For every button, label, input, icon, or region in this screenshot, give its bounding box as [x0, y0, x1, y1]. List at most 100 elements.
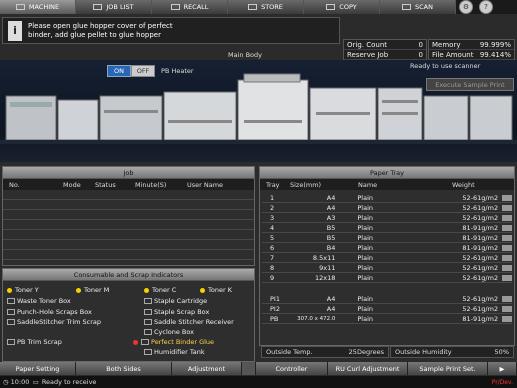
job-col-user-name: User Name [187, 180, 224, 189]
saddle-receiver-indicator[interactable]: Saddle Stitcher Receiver [144, 318, 234, 326]
toner-m-indicator[interactable]: Toner M [76, 286, 109, 294]
job-col-status: Status [95, 180, 116, 189]
job-list-icon [93, 4, 103, 10]
punch-box-icon [7, 309, 15, 315]
paper-level-icon [502, 254, 512, 261]
paper-level-icon [502, 295, 512, 302]
execute-sample-print-button[interactable]: Execute Sample Print [426, 78, 514, 91]
ru-curl-adjustment-button[interactable]: RU Curl Adjustment [328, 362, 408, 375]
bottom-button-bar: Paper Setting Both Sides Adjustment Cont… [0, 362, 517, 375]
glue-icon [141, 339, 149, 345]
paper-tray-title: Paper Tray [260, 167, 514, 179]
tray-row-pi1[interactable]: PI1 A4 Plain 52-61g/m2 [262, 294, 512, 304]
toner-c-indicator[interactable]: Toner C [144, 286, 176, 294]
tray-row-4[interactable]: 4 B5 Plain 81-91g/m2 [262, 223, 512, 233]
punch-hole-scraps-indicator[interactable]: Punch-Hole Scraps Box [7, 308, 92, 316]
scan-icon [402, 4, 411, 10]
job-row[interactable] [3, 220, 254, 230]
waste-toner-indicator[interactable]: Waste Toner Box [7, 297, 71, 305]
alert-line-2: binder, add glue pellet to glue hopper [28, 30, 161, 39]
copy-icon [326, 4, 336, 10]
tab-store[interactable]: STORE [228, 0, 304, 14]
warning-dot-icon [133, 339, 138, 345]
tank-icon [144, 349, 152, 355]
tray-row-pb[interactable]: PB 307.0 x 472.0 Plain 81-91g/m2 [262, 314, 512, 324]
paper-level-icon [502, 244, 512, 251]
controller-button[interactable]: Controller [256, 362, 328, 375]
toner-y-indicator[interactable]: Toner Y [7, 286, 39, 294]
tray-col-tray: Tray [266, 180, 280, 189]
pb-trim-icon [7, 339, 15, 345]
toner-k-indicator[interactable]: Toner K [200, 286, 232, 294]
staple-icon [144, 298, 152, 304]
job-row[interactable] [3, 200, 254, 210]
humidifier-tank-indicator[interactable]: Humidifier Tank [144, 348, 205, 356]
tray-row-9[interactable]: 9 12x18 Plain 52-61g/m2 [262, 273, 512, 283]
tab-recall[interactable]: RECALL [152, 0, 228, 14]
saddle-trim-scrap-indicator[interactable]: SaddleStitcher Trim Scrap [7, 318, 101, 326]
tab-copy[interactable]: COPY [304, 0, 380, 14]
waste-box-icon [7, 298, 15, 304]
tray-row-8[interactable]: 8 9x11 Plain 52-61g/m2 [262, 263, 512, 273]
file-amount-value: 99.414% [479, 50, 511, 59]
counter-box: Orig. Count 0 Reserve Job 0 [343, 39, 427, 60]
top-tab-bar: MACHINE JOB LIST RECALL STORE COPY SCAN … [0, 0, 517, 14]
paper-level-icon [502, 315, 512, 322]
adjustment-button[interactable]: Adjustment [172, 362, 242, 375]
machine-illustration [0, 60, 517, 162]
staple-scrap-indicator[interactable]: Staple Scrap Box [144, 308, 209, 316]
outside-temp-label: Outside Temp. [266, 348, 313, 356]
alert-line-1: Please open glue hopper cover of perfect [28, 21, 173, 30]
pb-heater-off-button[interactable]: OFF [131, 65, 155, 77]
paper-level-icon [502, 224, 512, 231]
staple-cartridge-indicator[interactable]: Staple Cartridge [144, 297, 207, 305]
sample-print-set-button[interactable]: Sample Print Set. [408, 362, 488, 375]
pb-heater-label: PB Heater [161, 67, 194, 75]
tray-row-6[interactable]: 6 B4 Plain 81-91g/m2 [262, 243, 512, 253]
tray-row-3[interactable]: 3 A3 Plain 52-61g/m2 [262, 213, 512, 223]
tray-row-5[interactable]: 5 B5 Plain 81-91g/m2 [262, 233, 512, 243]
paper-level-icon [502, 274, 512, 281]
clock-icon: ◷ [3, 378, 9, 386]
memory-box: Memory 99.999% File Amount 99.414% [428, 39, 515, 60]
job-row[interactable] [3, 210, 254, 220]
job-row[interactable] [3, 190, 254, 200]
help-icon[interactable]: ? [479, 0, 493, 14]
tray-col-weight: Weight [452, 180, 475, 189]
ready-status-text: Ready to use scanner [410, 62, 481, 70]
store-icon [248, 4, 258, 10]
pr-dev-indicator[interactable]: Pr/Dev. [492, 379, 513, 386]
next-page-arrow-icon[interactable]: ▶ [488, 362, 517, 375]
job-col-minutes: Minute(S) [135, 180, 167, 189]
job-row[interactable] [3, 230, 254, 240]
pb-trim-scrap-indicator[interactable]: PB Trim Scrap [7, 338, 62, 346]
tray-row-7[interactable]: 7 8.5x11 Plain 52-61g/m2 [262, 253, 512, 263]
tab-scan[interactable]: SCAN [380, 0, 456, 14]
pb-heater-toggle: ON OFF PB Heater [107, 65, 194, 77]
recall-icon [170, 4, 180, 10]
status-dot-icon [144, 287, 149, 293]
tray-row-pi2[interactable]: PI2 A4 Plain 52-61g/m2 [262, 304, 512, 314]
both-sides-button[interactable]: Both Sides [76, 362, 172, 375]
perfect-binder-glue-indicator[interactable]: Perfect Binder Glue [133, 338, 214, 346]
tray-row-1[interactable]: 1 A4 Plain 52-61g/m2 [262, 193, 512, 203]
printer-line-graphic[interactable] [0, 60, 517, 162]
pb-heater-on-button[interactable]: ON [107, 65, 131, 77]
receiver-icon [144, 319, 152, 325]
cyclone-box-indicator[interactable]: Cyclone Box [144, 328, 194, 336]
paper-setting-button[interactable]: Paper Setting [0, 362, 76, 375]
status-time: 10:00 [10, 378, 30, 386]
outside-temp-box: Outside Temp. 25Degrees [261, 346, 389, 358]
memory-value: 99.999% [479, 40, 511, 49]
paper-level-icon [502, 264, 512, 271]
job-row[interactable] [3, 240, 254, 250]
tray-col-size: Size(mm) [290, 180, 322, 189]
tab-machine[interactable]: MACHINE [0, 0, 76, 14]
paper-level-icon [502, 204, 512, 211]
job-row[interactable] [3, 250, 254, 260]
tab-job-list[interactable]: JOB LIST [76, 0, 152, 14]
machine-icon [15, 4, 25, 10]
tray-row-2[interactable]: 2 A4 Plain 52-61g/m2 [262, 203, 512, 213]
status-dot-icon [76, 287, 81, 293]
settings-icon[interactable]: ⚙ [459, 0, 473, 14]
